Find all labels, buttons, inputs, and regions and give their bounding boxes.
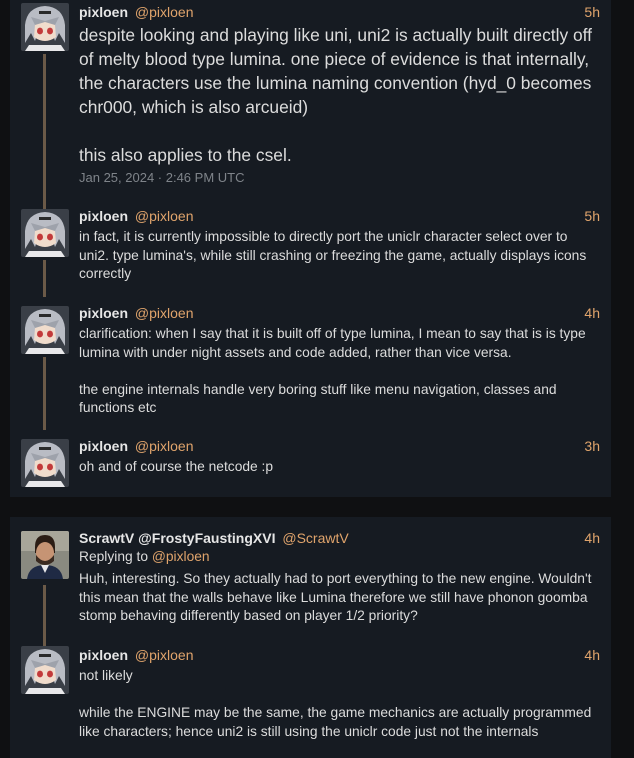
tweet-header: pixloen @pixloen 3h (79, 437, 600, 455)
tweet-content: clarification: when I say that it is bui… (79, 326, 586, 415)
anime-avatar-icon[interactable] (21, 306, 69, 354)
username[interactable]: @pixloen (135, 305, 194, 321)
replying-to-label: Replying to (79, 549, 149, 564)
tweet-reply[interactable]: pixloen @pixloen 4h not likely while the… (10, 637, 611, 758)
fullname[interactable]: ScrawtV @FrostyFaustingXVI (79, 530, 275, 546)
tweet-content: not likely while the ENGINE may be the s… (79, 668, 592, 739)
thread-connector (43, 54, 46, 200)
tweet-date[interactable]: 5h (584, 3, 600, 21)
username[interactable]: @pixloen (135, 4, 194, 20)
fullname[interactable]: pixloen (79, 305, 128, 321)
replying-to: Replying to @pixloen (79, 548, 210, 566)
anime-avatar-icon[interactable] (21, 3, 69, 51)
thread-connector (43, 585, 46, 637)
thread-connector (43, 637, 46, 646)
tweet-content: Huh, interesting. So they actually had t… (79, 571, 592, 623)
username[interactable]: @pixloen (135, 438, 194, 454)
tweet-main[interactable]: pixloen @pixloen 5h despite looking and … (10, 0, 611, 200)
tweet-content: despite looking and playing like uni, un… (79, 25, 593, 165)
anime-avatar-icon[interactable] (21, 439, 69, 487)
tweet-content: in fact, it is currently impossible to d… (79, 229, 587, 281)
tweet-date[interactable]: 3h (584, 437, 600, 455)
fullname[interactable]: pixloen (79, 4, 128, 20)
tweet-reply[interactable]: pixloen @pixloen 5h in fact, it is curre… (10, 200, 611, 297)
fullname[interactable]: pixloen (79, 208, 128, 224)
tweet-header: pixloen @pixloen 5h (79, 207, 600, 225)
tweet-published-date: Jan 25, 2024 · 2:46 PM UTC (79, 170, 245, 185)
tweet-header: pixloen @pixloen 4h (79, 304, 600, 322)
thread-card-2: ScrawtV @FrostyFaustingXVI @ScrawtV 4h R… (10, 517, 611, 758)
tweet-header: ScrawtV @FrostyFaustingXVI @ScrawtV 4h (79, 529, 600, 547)
person-avatar-icon[interactable] (21, 531, 69, 579)
tweet-date[interactable]: 4h (584, 646, 600, 664)
tweet-reply[interactable]: pixloen @pixloen 3h oh and of course the… (10, 430, 611, 497)
fullname[interactable]: pixloen (79, 438, 128, 454)
thread-connector (43, 200, 46, 209)
anime-avatar-icon[interactable] (21, 209, 69, 257)
thread-card-1: pixloen @pixloen 5h despite looking and … (10, 0, 611, 497)
tweet-date[interactable]: 5h (584, 207, 600, 225)
username[interactable]: @pixloen (135, 647, 194, 663)
tweet-date[interactable]: 4h (584, 529, 600, 547)
username[interactable]: @pixloen (135, 208, 194, 224)
anime-avatar-icon[interactable] (21, 646, 69, 694)
fullname[interactable]: pixloen (79, 647, 128, 663)
replying-to-mention[interactable]: @pixloen (152, 549, 210, 564)
tweet-header: pixloen @pixloen 5h (79, 3, 600, 21)
tweet-reply[interactable]: pixloen @pixloen 4h clarification: when … (10, 297, 611, 430)
tweet-content: oh and of course the netcode :p (79, 459, 274, 474)
thread-connector (43, 357, 46, 430)
tweet-header: pixloen @pixloen 4h (79, 646, 600, 664)
thread-connector (43, 260, 46, 297)
username[interactable]: @ScrawtV (282, 530, 348, 546)
tweet-reply[interactable]: ScrawtV @FrostyFaustingXVI @ScrawtV 4h R… (10, 517, 611, 637)
tweet-date[interactable]: 4h (584, 304, 600, 322)
